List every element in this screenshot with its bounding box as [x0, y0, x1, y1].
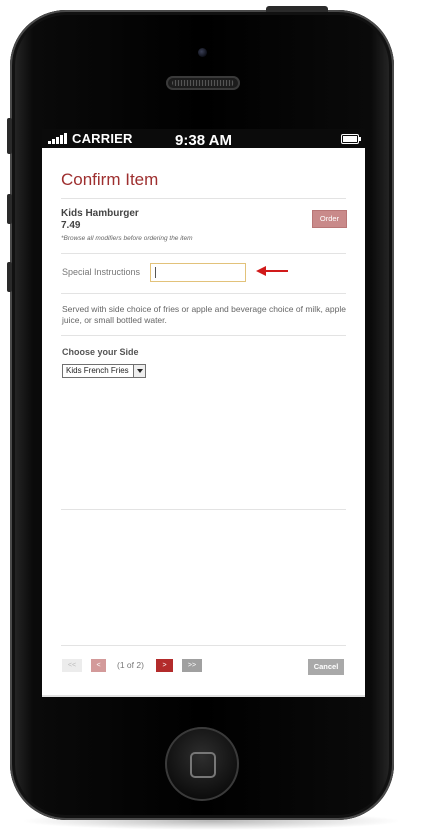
battery-icon: [341, 134, 361, 144]
divider: [61, 645, 346, 646]
order-button[interactable]: Order: [312, 210, 347, 228]
special-instructions-label: Special Instructions: [62, 267, 141, 277]
app-content: Confirm Item Kids Hamburger 7.49 *Browse…: [42, 148, 365, 697]
earpiece-speaker: [166, 76, 240, 90]
item-name: Kids Hamburger: [61, 208, 139, 219]
text-caret: [155, 267, 156, 278]
page-title: Confirm Item: [61, 170, 159, 189]
side-select-value: Kids French Fries: [66, 366, 129, 375]
cancel-button[interactable]: Cancel: [308, 659, 344, 675]
volume-down-button: [7, 262, 12, 292]
item-description: Served with side choice of fries or appl…: [62, 304, 346, 325]
side-select[interactable]: Kids French Fries: [62, 364, 146, 378]
last-page-button[interactable]: >>: [182, 659, 202, 672]
divider: [61, 335, 346, 336]
chevron-down-icon: [133, 365, 145, 377]
status-bar: CARRIER 9:38 AM: [42, 129, 365, 149]
divider: [61, 509, 346, 510]
page-indicator: (1 of 2): [117, 660, 144, 670]
home-button-icon: [190, 752, 216, 778]
divider: [61, 293, 346, 294]
special-instructions-input[interactable]: [150, 263, 246, 282]
volume-up-button: [7, 194, 12, 224]
item-note: *Browse all modifiers before ordering th…: [61, 235, 193, 242]
divider: [61, 198, 346, 199]
choose-side-label: Choose your Side: [62, 347, 139, 357]
power-button: [266, 6, 328, 12]
status-time: 9:38 AM: [175, 132, 232, 149]
confirm-item-panel: Confirm Item Kids Hamburger 7.49 *Browse…: [42, 148, 365, 697]
next-page-button[interactable]: >: [156, 659, 173, 672]
divider: [61, 253, 346, 254]
first-page-button[interactable]: <<: [62, 659, 82, 672]
mute-switch: [7, 118, 12, 154]
previous-page-button[interactable]: <: [91, 659, 106, 672]
red-arrow-icon: [256, 266, 288, 276]
item-price: 7.49: [61, 220, 81, 231]
phone-screen: CARRIER 9:38 AM Confirm Item Kids Hambur…: [42, 129, 365, 697]
front-camera: [198, 48, 207, 57]
